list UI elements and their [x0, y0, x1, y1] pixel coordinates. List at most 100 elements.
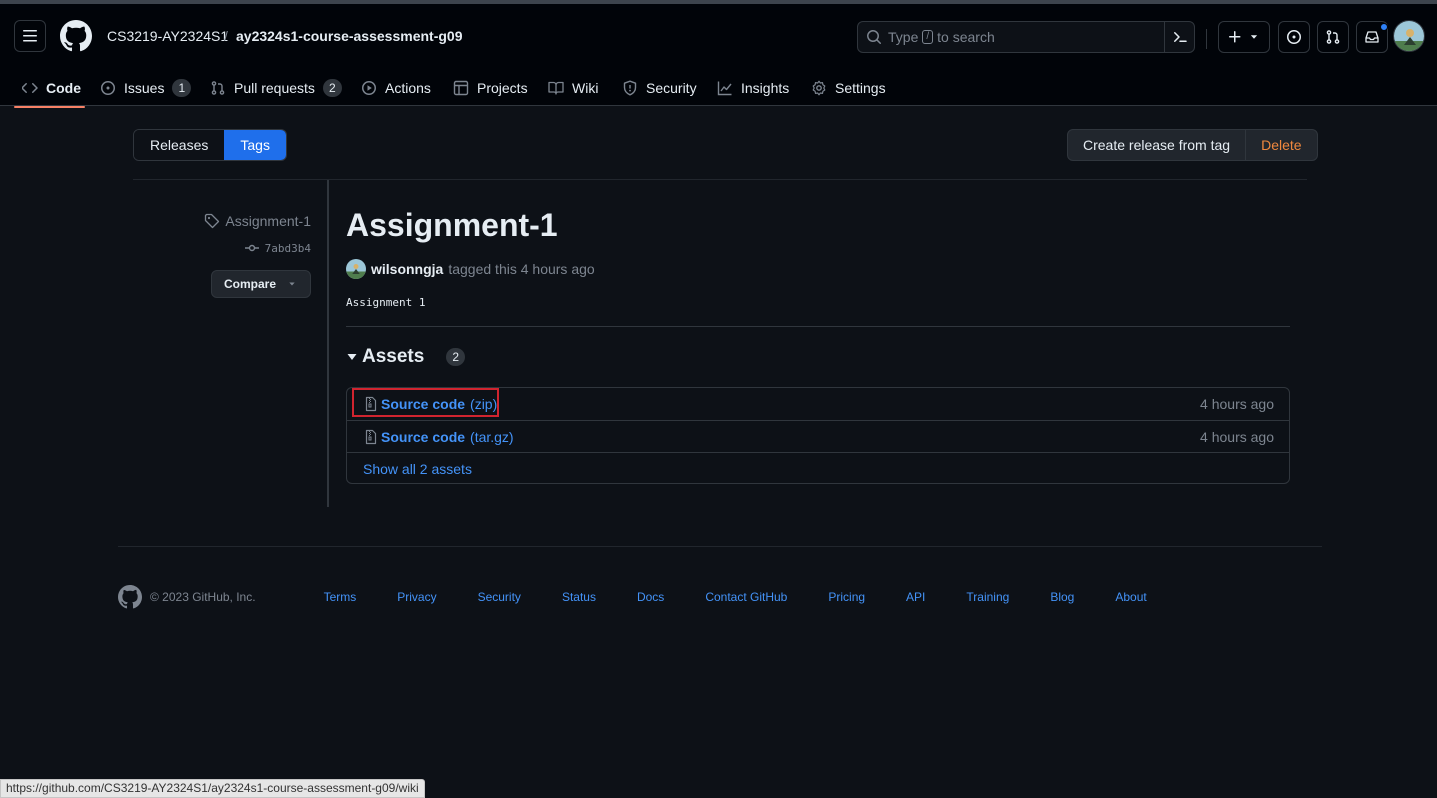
list-item: Show all 2 assets: [347, 452, 1289, 484]
releases-tags-switcher: Releases Tags: [133, 129, 287, 161]
tab-code-label: Code: [46, 80, 81, 96]
menu-button[interactable]: [14, 20, 46, 52]
footer: © 2023 GitHub, Inc. Terms Privacy Securi…: [118, 585, 1188, 609]
assets-heading: Assets: [362, 346, 425, 367]
breadcrumb-separator: /: [224, 28, 228, 44]
file-zip-icon: [365, 429, 377, 444]
tab-code[interactable]: Code: [22, 72, 81, 104]
inbox-icon: [1365, 31, 1379, 43]
author-avatar[interactable]: [346, 259, 366, 279]
delete-button[interactable]: Delete: [1245, 130, 1316, 160]
issues-shortcut-button[interactable]: [1278, 21, 1310, 53]
release-body: Assignment 1: [346, 296, 426, 309]
tab-actions-label: Actions: [385, 80, 431, 96]
footer-link-security[interactable]: Security: [478, 590, 521, 604]
create-release-button[interactable]: Create release from tag: [1068, 130, 1245, 160]
avatar-image: [346, 259, 366, 279]
triangle-down-icon: [347, 354, 357, 360]
footer-link-terms[interactable]: Terms: [324, 590, 357, 604]
tag-actions: Create release from tag Delete: [1067, 129, 1318, 161]
footer-link-training[interactable]: Training: [966, 590, 1009, 604]
code-icon: [22, 83, 38, 93]
github-logo-icon[interactable]: [118, 585, 142, 609]
asset-ext: (tar.gz): [470, 428, 514, 445]
asset-name: Source code: [381, 428, 466, 445]
tab-wiki[interactable]: Wiki: [548, 72, 598, 104]
highlight-annotation: [352, 388, 499, 417]
terminal-icon: [1174, 32, 1187, 42]
tab-settings[interactable]: Settings: [811, 72, 886, 104]
git-commit-icon: [244, 244, 259, 252]
tab-security-label: Security: [646, 80, 697, 96]
footer-link-status[interactable]: Status: [562, 590, 596, 604]
assets-toggle[interactable]: Assets 2: [346, 346, 466, 368]
tab-security[interactable]: Security: [622, 72, 697, 104]
footer-link-pricing[interactable]: Pricing: [828, 590, 865, 604]
tab-issues[interactable]: Issues 1: [100, 72, 192, 104]
hamburger-icon: [23, 30, 37, 42]
asset-time: 4 hours ago: [1200, 428, 1274, 445]
tab-actions[interactable]: Actions: [361, 72, 431, 104]
github-logo-icon[interactable]: [60, 20, 92, 52]
play-icon: [362, 81, 376, 95]
assets-counter: 2: [446, 348, 466, 366]
create-new-button[interactable]: [1218, 21, 1270, 53]
footer-link-privacy[interactable]: Privacy: [397, 590, 436, 604]
tab-wiki-label: Wiki: [572, 80, 599, 96]
search-placeholder-suffix: to search: [937, 29, 995, 45]
release-title[interactable]: Assignment-1: [346, 207, 558, 244]
footer-link-about[interactable]: About: [1115, 590, 1146, 604]
repo-nav: Code Issues 1 Pull requests 2 Actions Pr…: [0, 66, 1437, 110]
show-all-assets-link[interactable]: Show all 2 assets: [363, 461, 472, 477]
shield-icon: [623, 80, 637, 96]
author-link[interactable]: wilsonngja: [371, 261, 443, 277]
footer-link-api[interactable]: API: [906, 590, 925, 604]
tab-pull-requests[interactable]: Pull requests 2: [210, 72, 342, 104]
breadcrumb-repo[interactable]: ay2324s1-course-assessment-g09: [236, 28, 462, 44]
app-header: CS3219-AY2324S1 / ay2324s1-course-assess…: [0, 4, 1437, 108]
issue-opened-icon: [101, 81, 115, 95]
avatar-image: [1394, 21, 1424, 51]
divider: [346, 326, 1290, 327]
git-pull-request-icon: [211, 81, 225, 95]
footer-link-docs[interactable]: Docs: [637, 590, 664, 604]
table-icon: [453, 80, 469, 96]
issue-opened-icon: [1287, 30, 1301, 44]
pull-requests-shortcut-button[interactable]: [1317, 21, 1349, 53]
list-item: Source code (tar.gz) 4 hours ago: [347, 420, 1289, 452]
user-avatar[interactable]: [1393, 20, 1425, 52]
tab-projects-label: Projects: [477, 80, 528, 96]
search-input[interactable]: Type / to search: [857, 21, 1195, 53]
notification-dot: [1380, 23, 1388, 31]
tab-insights[interactable]: Insights: [717, 72, 789, 104]
tag-link[interactable]: Assignment-1: [204, 213, 311, 229]
tags-tab[interactable]: Tags: [224, 130, 286, 160]
tab-insights-label: Insights: [741, 80, 790, 96]
copyright: © 2023 GitHub, Inc.: [150, 590, 256, 604]
status-bar-url: https://github.com/CS3219-AY2324S1/ay232…: [0, 779, 425, 798]
plus-icon: [1229, 31, 1241, 43]
tag-icon: [205, 213, 220, 229]
compare-button[interactable]: Compare: [210, 270, 311, 298]
releases-tab[interactable]: Releases: [134, 130, 225, 160]
compare-label: Compare: [223, 277, 276, 291]
commit-sha-label: 7abd3b4: [264, 241, 311, 255]
search-icon: [867, 30, 881, 44]
commit-link[interactable]: 7abd3b4: [244, 240, 311, 256]
triangle-down-icon: [289, 282, 295, 286]
footer-link-blog[interactable]: Blog: [1050, 590, 1074, 604]
tagged-by-line: wilsonngja tagged this 4 hours ago: [346, 259, 595, 279]
selected-tab-underline: [14, 106, 85, 108]
issues-counter: 1: [172, 79, 192, 97]
tab-projects[interactable]: Projects: [453, 72, 528, 104]
search-placeholder-prefix: Type: [888, 29, 919, 45]
breadcrumb-owner[interactable]: CS3219-AY2324S1: [107, 28, 228, 44]
search-shortcut-key: /: [922, 30, 934, 44]
tagged-time-text: tagged this 4 hours ago: [448, 261, 595, 277]
gear-icon: [812, 80, 826, 96]
command-palette-button[interactable]: [1164, 21, 1195, 53]
footer-link-contact[interactable]: Contact GitHub: [705, 590, 787, 604]
header-divider: [1206, 29, 1207, 49]
asset-targz-link[interactable]: Source code (tar.gz): [363, 429, 514, 445]
tag-name-label: Assignment-1: [225, 213, 311, 229]
